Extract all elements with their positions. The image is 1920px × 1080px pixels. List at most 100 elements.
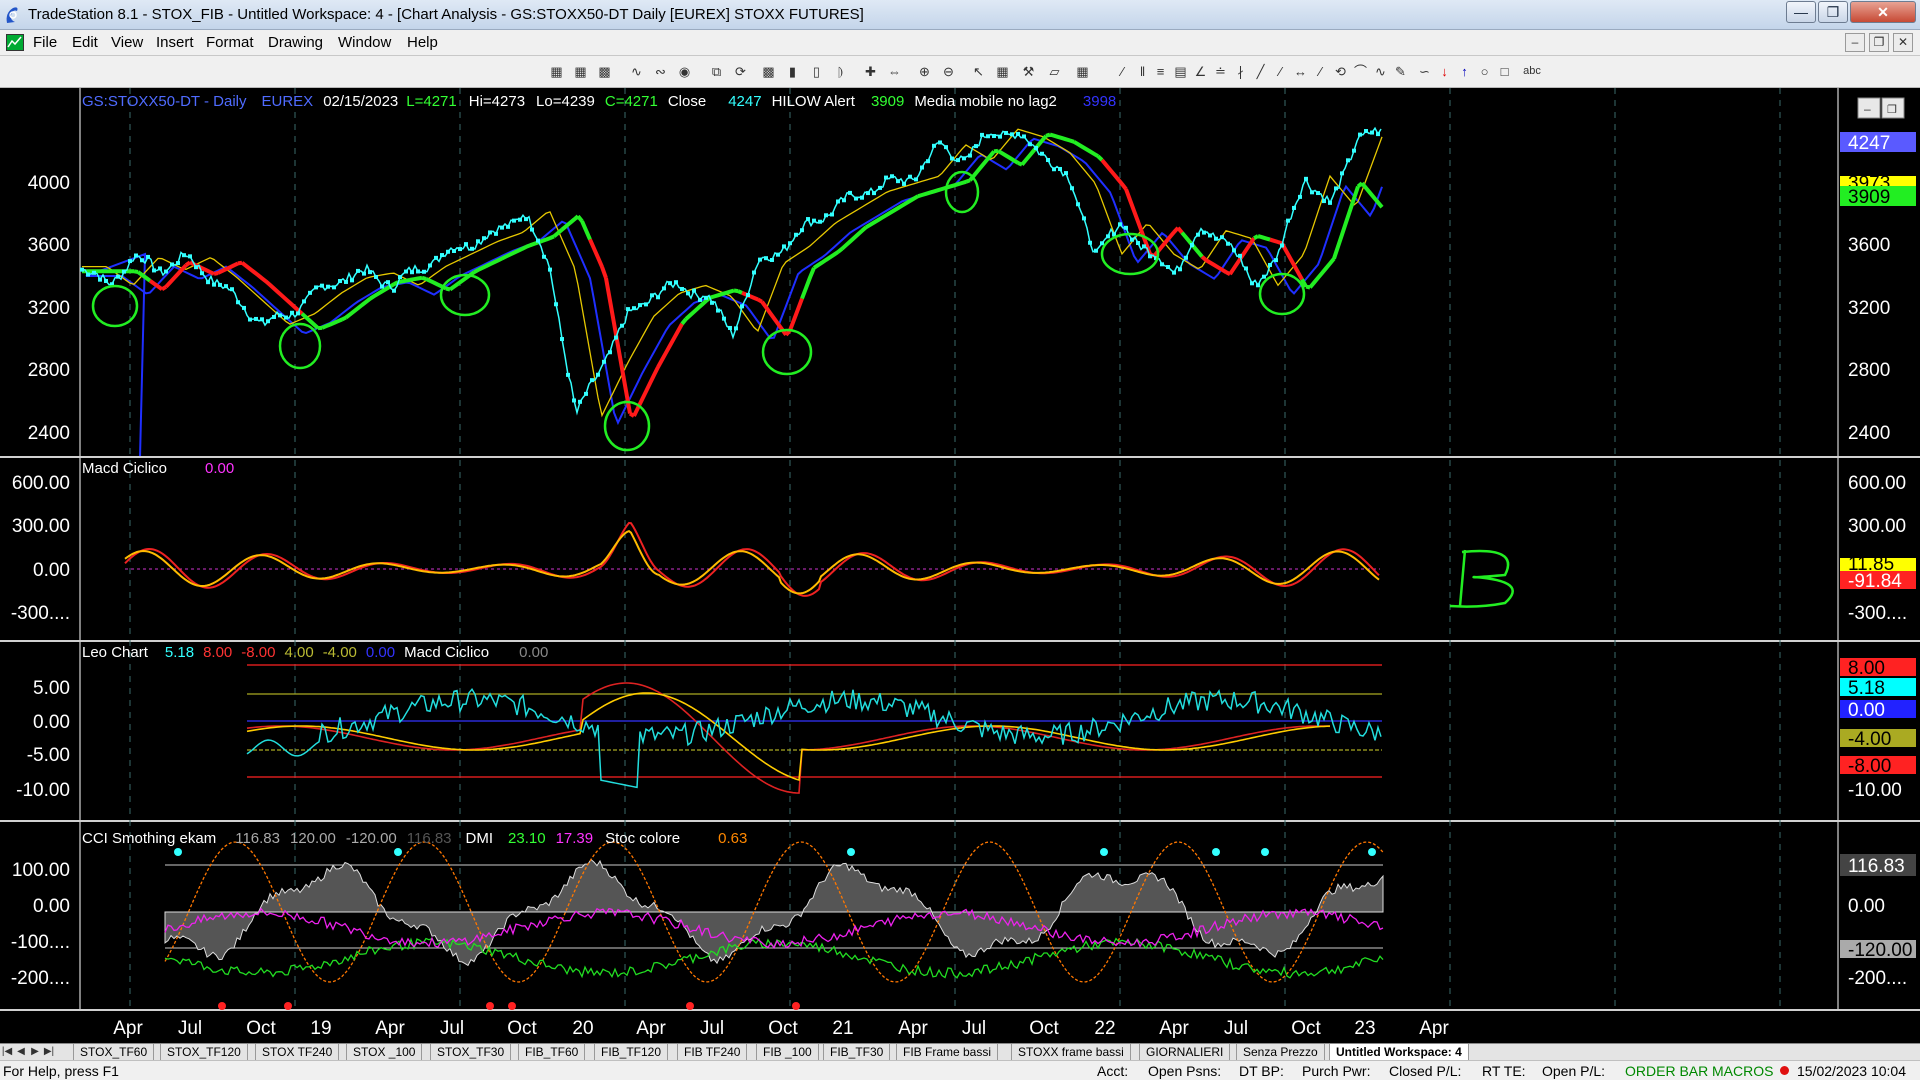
order-bar-button[interactable]: ORDER BAR bbox=[1625, 1063, 1708, 1079]
mdi-minimize-button[interactable]: – bbox=[1845, 33, 1865, 52]
tab-stox-100[interactable]: STOX _100 bbox=[346, 1044, 423, 1060]
cci-dot-top bbox=[847, 848, 855, 856]
order-icon[interactable]: ▱ bbox=[1046, 63, 1063, 80]
fib-fan-icon[interactable]: ⟲ bbox=[1332, 63, 1349, 80]
arrow-up-icon[interactable]: ↑ bbox=[1456, 63, 1473, 80]
zoom-in-icon[interactable]: ⊕ bbox=[916, 63, 933, 80]
menu-insert[interactable]: Insert bbox=[156, 34, 194, 51]
tab-next-icon[interactable]: ▶ bbox=[28, 1044, 42, 1060]
menu-file[interactable]: File bbox=[33, 34, 57, 51]
tab-fib-tf240[interactable]: FIB TF240 bbox=[677, 1044, 748, 1060]
maximize-button[interactable]: ❐ bbox=[1818, 1, 1848, 23]
tab-giornalieri[interactable]: GIORNALIERI bbox=[1139, 1044, 1231, 1060]
fibonacci-icon[interactable]: ▤ bbox=[1172, 63, 1189, 80]
tab-fib-frame-bassi[interactable]: FIB Frame bassi bbox=[896, 1044, 999, 1060]
chart-type-icon[interactable]: ▯ bbox=[808, 63, 825, 80]
menu-format[interactable]: Format bbox=[206, 34, 254, 51]
crosshair-icon[interactable]: ✚ bbox=[862, 63, 879, 80]
svg-text:❐: ❐ bbox=[1887, 104, 1897, 116]
circle-icon[interactable]: ○ bbox=[1476, 63, 1493, 80]
price-dot bbox=[1316, 191, 1320, 196]
price-dot bbox=[1022, 134, 1026, 139]
tab-prev-icon[interactable]: ◀ bbox=[14, 1044, 28, 1060]
line-chart-icon[interactable]: ⦈ bbox=[832, 63, 849, 80]
arrow-down-icon[interactable]: ↓ bbox=[1436, 63, 1453, 80]
format-bars-icon[interactable]: ▦ bbox=[548, 63, 565, 80]
horizontal-arrow-icon[interactable]: ↔ bbox=[1292, 63, 1309, 80]
svg-text:5.00: 5.00 bbox=[33, 678, 70, 699]
trendline-icon[interactable]: ∕ bbox=[1114, 63, 1131, 80]
format-window-icon[interactable]: ▦ bbox=[572, 63, 589, 80]
tab-stox-tf120[interactable]: STOX_TF120 bbox=[160, 1044, 248, 1060]
price-dot bbox=[434, 255, 438, 260]
text-tool-icon[interactable]: abc bbox=[1520, 63, 1544, 80]
regression-icon[interactable]: ≐ bbox=[1212, 63, 1229, 80]
speed-lines-icon[interactable]: ∠ bbox=[1192, 63, 1209, 80]
chart-analysis-window: GS:STOXX50-DT - Daily EUREX 02/15/2023 L=42… bbox=[0, 88, 1920, 1046]
pointer-icon[interactable]: ↖ bbox=[970, 63, 987, 80]
price-dot bbox=[470, 246, 474, 251]
menu-view[interactable]: View bbox=[111, 34, 143, 51]
price-dot bbox=[1082, 216, 1086, 221]
cycle-icon[interactable]: ∿ bbox=[1372, 63, 1389, 80]
insert-indicator-icon[interactable]: ◉ bbox=[676, 63, 693, 80]
price-dot bbox=[422, 269, 426, 274]
macros-button[interactable]: MACROS bbox=[1712, 1063, 1773, 1079]
symbol-link-icon[interactable]: ⧉ bbox=[708, 63, 725, 80]
price-dot bbox=[1244, 266, 1248, 271]
bar-chart-icon[interactable]: ▩ bbox=[760, 63, 777, 80]
price-dot bbox=[296, 311, 300, 316]
minimize-button[interactable]: — bbox=[1786, 1, 1816, 23]
price-dot bbox=[170, 262, 174, 267]
menu-help[interactable]: Help bbox=[407, 34, 438, 51]
data-window-icon[interactable]: ▩ bbox=[596, 63, 613, 80]
tab-fib-tf30[interactable]: FIB_TF30 bbox=[823, 1044, 891, 1060]
andrews-icon[interactable]: ∤ bbox=[1232, 63, 1249, 80]
price-dot bbox=[1292, 205, 1296, 210]
channel-icon[interactable]: ∕ bbox=[1272, 63, 1289, 80]
tab-first-icon[interactable]: |◀ bbox=[0, 1044, 14, 1060]
chart-canvas[interactable]: GS:STOXX50-DT - Daily EUREX 02/15/2023 L=42… bbox=[0, 88, 1920, 1046]
parallel-lines-icon[interactable]: ∕ bbox=[1312, 63, 1329, 80]
tab-senza-prezzo[interactable]: Senza Prezzo bbox=[1236, 1044, 1325, 1060]
cci-dot-top bbox=[1212, 848, 1220, 856]
insert-strategy-icon[interactable]: ∾ bbox=[652, 63, 669, 80]
price-dot bbox=[1340, 171, 1344, 176]
insert-analysis-icon[interactable]: ∿ bbox=[628, 63, 645, 80]
chart-window-icon[interactable] bbox=[6, 34, 24, 51]
gann-icon[interactable]: ╱ bbox=[1252, 63, 1269, 80]
time-scale-icon[interactable]: ⇔ bbox=[886, 63, 903, 80]
horizontal-lines-icon[interactable]: ≡ bbox=[1152, 63, 1169, 80]
mdi-close-button[interactable]: ✕ bbox=[1893, 33, 1913, 52]
pencil-icon[interactable]: ✎ bbox=[1392, 63, 1409, 80]
chart-refresh-icon[interactable]: ⟳ bbox=[732, 63, 749, 80]
vertical-lines-icon[interactable]: ‖ bbox=[1134, 63, 1151, 80]
tab-stox-tf240[interactable]: STOX TF240 bbox=[255, 1044, 340, 1060]
menu-drawing[interactable]: Drawing bbox=[268, 34, 323, 51]
arc-icon[interactable]: ⌒ bbox=[1352, 63, 1369, 80]
tools-icon[interactable]: ⚒ bbox=[1020, 63, 1037, 80]
price-dot bbox=[1058, 166, 1062, 171]
tab-untitled-workspace-4[interactable]: Untitled Workspace: 4 bbox=[1329, 1044, 1469, 1060]
tab-stoxx-frame-bassi[interactable]: STOXX frame bassi bbox=[1011, 1044, 1131, 1060]
tab-stox-tf60[interactable]: STOX_TF60 bbox=[73, 1044, 155, 1060]
price-dot bbox=[1172, 270, 1176, 275]
data-tip-icon[interactable]: ▦ bbox=[994, 63, 1011, 80]
tab-stox-tf30[interactable]: STOX_TF30 bbox=[430, 1044, 512, 1060]
price-dot bbox=[344, 279, 348, 284]
month-label: Apr bbox=[636, 1018, 666, 1039]
mdi-restore-button[interactable]: ❐ bbox=[1869, 33, 1889, 52]
menu-edit[interactable]: Edit bbox=[72, 34, 98, 51]
price-dot bbox=[338, 279, 342, 284]
zoom-out-icon[interactable]: ⊖ bbox=[940, 63, 957, 80]
menu-window[interactable]: Window bbox=[338, 34, 391, 51]
tab-fib-tf60[interactable]: FIB_TF60 bbox=[518, 1044, 586, 1060]
close-button[interactable]: ✕ bbox=[1850, 1, 1916, 23]
rectangle-icon[interactable]: □ bbox=[1496, 63, 1513, 80]
tab-fib-tf120[interactable]: FIB_TF120 bbox=[594, 1044, 669, 1060]
tab-fib-100[interactable]: FIB _100 bbox=[756, 1044, 819, 1060]
tab-last-icon[interactable]: ▶| bbox=[42, 1044, 56, 1060]
grid-icon[interactable]: ▦ bbox=[1074, 63, 1091, 80]
curve-icon[interactable]: ∽ bbox=[1416, 63, 1433, 80]
candlestick-icon[interactable]: ▮ bbox=[784, 63, 801, 80]
